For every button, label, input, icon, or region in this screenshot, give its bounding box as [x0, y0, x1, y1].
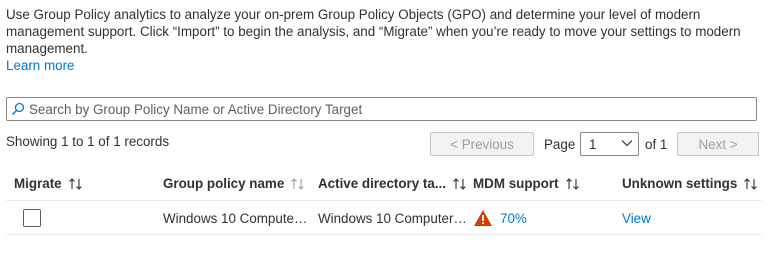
sort-icon: [68, 177, 84, 191]
description-text: Use Group Policy analytics to analyze yo…: [6, 7, 741, 56]
cell-active-directory-target: Windows 10 Computer ...: [318, 211, 468, 226]
sort-icon: [290, 177, 306, 191]
column-header-label: Migrate: [14, 176, 62, 191]
cell-mdm-support: 70%: [473, 209, 527, 227]
column-header-label: Group policy name: [163, 176, 285, 191]
description: Use Group Policy analytics to analyze yo…: [6, 6, 756, 74]
unknown-settings-view-link[interactable]: View: [622, 211, 651, 226]
search-box[interactable]: [6, 97, 757, 121]
chevron-down-icon: [620, 136, 634, 153]
header-divider: [6, 200, 762, 201]
sort-icon: [565, 177, 581, 191]
column-header-label: Active directory ta...: [318, 176, 447, 191]
cell-group-policy-name: Windows 10 Computer ...: [163, 211, 311, 226]
warning-icon: [473, 209, 493, 227]
column-header-mdm-support[interactable]: MDM support: [473, 176, 581, 191]
column-header-unknown-settings[interactable]: Unknown settings: [622, 176, 759, 191]
column-header-group-policy-name[interactable]: Group policy name: [163, 176, 306, 191]
column-header-label: MDM support: [473, 176, 559, 191]
column-header-active-directory-target[interactable]: Active directory ta...: [318, 176, 468, 191]
page-of-label: of 1: [645, 137, 668, 152]
migrate-checkbox[interactable]: [23, 209, 41, 227]
records-count: Showing 1 to 1 of 1 records: [6, 134, 170, 149]
row-divider: [6, 234, 762, 235]
column-header-label: Unknown settings: [622, 176, 738, 191]
page-select[interactable]: 1: [580, 132, 639, 156]
next-button[interactable]: Next >: [677, 132, 759, 156]
sort-icon: [743, 177, 759, 191]
page-label: Page: [544, 137, 576, 152]
search-input[interactable]: [29, 99, 756, 119]
sort-icon: [452, 177, 468, 191]
search-icon: [7, 98, 29, 120]
page-select-value: 1: [589, 136, 597, 152]
column-header-migrate[interactable]: Migrate: [14, 176, 84, 191]
previous-button[interactable]: < Previous: [430, 132, 534, 156]
learn-more-link[interactable]: Learn more: [6, 58, 74, 73]
mdm-support-link[interactable]: 70%: [500, 211, 527, 226]
